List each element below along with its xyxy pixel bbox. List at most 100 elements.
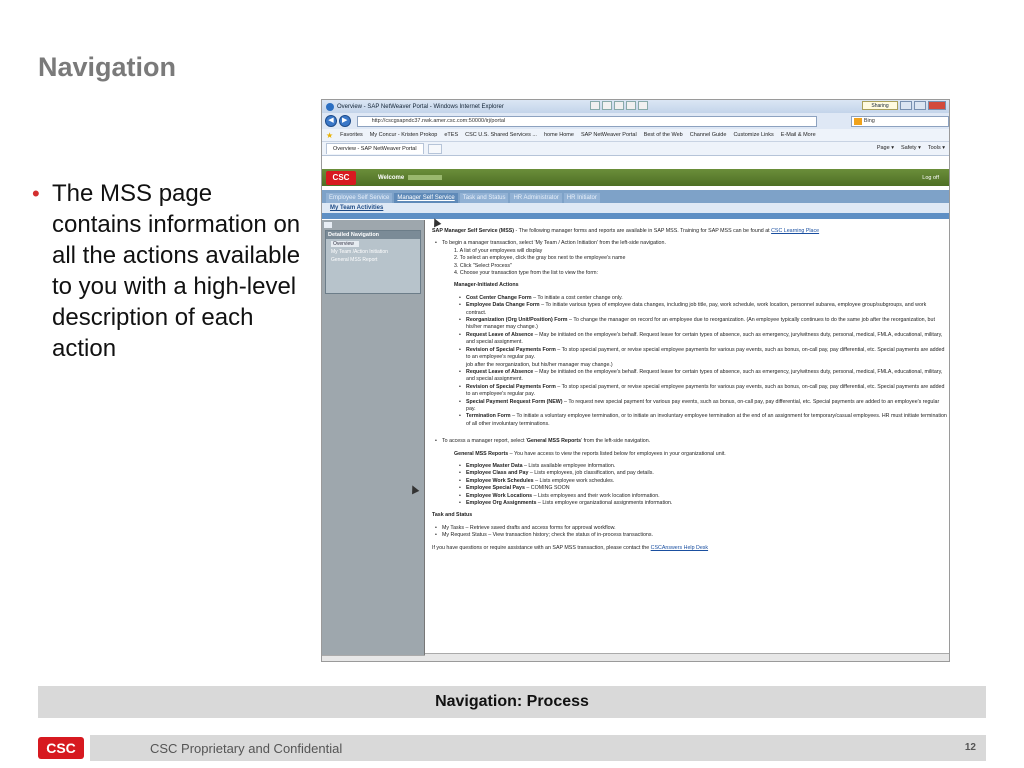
title-bar-toolbar: [590, 101, 648, 110]
sidebar-item-overview[interactable]: Overview: [331, 241, 359, 247]
tab-hr-initiator[interactable]: HR Initiator: [563, 193, 600, 203]
ie-logo-icon: [326, 102, 334, 111]
slide-title: Navigation: [38, 52, 177, 82]
bullet-list: • The MSS page contains information on a…: [32, 178, 302, 364]
command-bar: Page ▾ Safety ▾ Tools ▾: [877, 145, 945, 151]
browser-tab[interactable]: Overview - SAP NetWeaver Portal: [326, 143, 424, 154]
toolbar-icon[interactable]: [614, 101, 624, 110]
task-status-heading: Task and Status: [432, 512, 473, 519]
begin-instruction: To begin a manager transaction, select '…: [432, 240, 947, 248]
action-item: Revision of Special Payments Form – To s…: [432, 384, 947, 399]
favorites-star-icon[interactable]: ★: [326, 131, 333, 140]
sidebar-scrollbar[interactable]: [322, 655, 425, 661]
favorite-link[interactable]: Channel Guide: [690, 132, 727, 138]
tab-task-and-status[interactable]: Task and Status: [459, 193, 509, 203]
footer-text: CSC Proprietary and Confidential: [150, 741, 343, 756]
action-item: Request Leave of Absence – May be initia…: [432, 332, 947, 347]
minimize-button[interactable]: [900, 101, 912, 110]
sidebar-item-team-action-initiation[interactable]: My Team /Action Initiation: [326, 248, 420, 256]
portal-header: CSC Welcome Log off: [322, 169, 949, 186]
favorite-link[interactable]: SAP NetWeaver Portal: [581, 132, 637, 138]
action-item: Employee Data Change Form – To initiate …: [432, 302, 947, 317]
help-desk-link[interactable]: CSCAnswers Help Desk: [651, 545, 708, 551]
tab-employee-self-service[interactable]: Employee Self Service: [326, 193, 393, 203]
subnav-my-team-activities[interactable]: My Team Activities: [322, 203, 949, 213]
overlap-line: job after the reorganization, but his/he…: [466, 361, 613, 368]
action-item: Cost Center Change Form – To initiate a …: [432, 295, 947, 303]
favorite-link[interactable]: CSC U.S. Shared Services ...: [465, 132, 537, 138]
detailed-navigation-sidebar: Detailed Navigation Overview My Team /Ac…: [322, 220, 425, 661]
action-item: Request Leave of Absence – May be initia…: [432, 369, 947, 384]
favorites-bar: ★ Favorites My Concur - Kristen Prokop e…: [322, 129, 949, 142]
collapse-icon[interactable]: [324, 222, 332, 228]
page-number: 12: [964, 742, 976, 753]
learning-place-link[interactable]: CSC Learning Place: [771, 228, 819, 234]
action-item: Special Payment Request Form (NEW) – To …: [432, 399, 947, 414]
sharing-button[interactable]: Sharing: [862, 101, 898, 110]
command-page[interactable]: Page ▾: [877, 145, 894, 151]
tab-hr-administrator[interactable]: HR Administrator: [510, 193, 562, 203]
welcome-text: Welcome: [378, 174, 405, 181]
maximize-button[interactable]: [914, 101, 926, 110]
bullet-text: The MSS page contains information on all…: [52, 180, 301, 362]
welcome-name-redacted: [408, 175, 443, 180]
csc-logo: CSC: [38, 737, 84, 759]
report-instruction: To access a manager report, select 'Gene…: [432, 438, 947, 446]
favorites-label[interactable]: Favorites: [340, 132, 363, 138]
divider-bar: [322, 213, 949, 219]
command-tools[interactable]: Tools ▾: [928, 145, 945, 151]
tab-manager-self-service[interactable]: Manager Self Service: [394, 193, 458, 203]
task-item: My Request Status – View transaction his…: [432, 532, 947, 540]
portal-tabs: Employee Self Service Manager Self Servi…: [322, 190, 949, 203]
bullet-dot-icon: •: [32, 181, 40, 206]
address-bar-row: ◀ ▶ http://cscgsapndc37.nwk.amer.csc.com…: [322, 113, 949, 129]
back-icon[interactable]: ◀: [325, 115, 337, 127]
report-item: Employee Master Data – Lists available e…: [432, 463, 947, 471]
general-reports-description: General MSS Reports – You have access to…: [454, 450, 726, 457]
address-input[interactable]: http://cscgsapndc37.nwk.amer.csc.com:500…: [356, 115, 817, 127]
intro-paragraph: SAP Manager Self Service (MSS) - The fol…: [432, 228, 820, 234]
search-input[interactable]: Bing: [850, 115, 949, 127]
action-item: Reorganization (Org Unit/Position) Form …: [432, 317, 947, 332]
sidebar-item-general-mss-report[interactable]: General MSS Report: [326, 256, 420, 264]
favorite-link[interactable]: home Home: [544, 132, 574, 138]
step: 3. Click "Select Process": [454, 262, 512, 269]
mss-overview-content: SAP Manager Self Service (MSS) - The fol…: [432, 228, 947, 552]
favorite-link[interactable]: Customize Links: [733, 132, 773, 138]
questions-paragraph: If you have questions or require assista…: [432, 544, 709, 551]
portal-screenshot: Overview - SAP NetWeaver Portal - Window…: [321, 99, 950, 662]
toolbar-icon[interactable]: [590, 101, 600, 110]
report-item: Employee Work Locations – Lists employee…: [432, 493, 947, 501]
report-item: Employee Work Schedules – Lists employee…: [432, 478, 947, 486]
bullet-item: • The MSS page contains information on a…: [32, 178, 302, 364]
favorite-link[interactable]: My Concur - Kristen Prokop: [370, 132, 438, 138]
slide-footer: CSC CSC Proprietary and Confidential 12: [38, 735, 986, 761]
step: 4. Choose your transaction type from the…: [454, 270, 598, 277]
window-controls: Sharing: [862, 101, 946, 110]
toolbar-icon[interactable]: [602, 101, 612, 110]
step: 1. A list of your employees will display: [454, 247, 543, 254]
toolbar-icon[interactable]: [626, 101, 636, 110]
action-item: Termination Form – To initiate a volunta…: [432, 413, 947, 428]
report-item: Employee Org Assignments – Lists employe…: [432, 500, 947, 508]
report-item: Employee Class and Pay – Lists employees…: [432, 470, 947, 478]
toolbar-icon[interactable]: [638, 101, 648, 110]
manager-actions-heading: Manager-Initiated Actions: [454, 282, 519, 289]
portal-logo: CSC: [326, 170, 356, 185]
forward-icon[interactable]: ▶: [338, 115, 351, 127]
action-item: Revision of Special Payments Form – To s…: [432, 347, 947, 362]
command-safety[interactable]: Safety ▾: [901, 145, 921, 151]
window-title: Overview - SAP NetWeaver Portal - Window…: [337, 103, 504, 110]
navigation-panel: Detailed Navigation Overview My Team /Ac…: [325, 230, 421, 294]
section-band: Navigation: Process: [38, 686, 986, 718]
logoff-link[interactable]: Log off: [922, 175, 939, 181]
new-tab-button[interactable]: [427, 143, 442, 154]
footer-bar: CSC Proprietary and Confidential 12: [90, 735, 986, 761]
content-scrollbar[interactable]: [425, 653, 949, 661]
report-item: Employee Special Pays – COMING SOON: [432, 485, 947, 493]
favorite-link[interactable]: Best of the Web: [644, 132, 683, 138]
close-button[interactable]: [928, 101, 946, 110]
favorite-link[interactable]: eTES: [444, 132, 458, 138]
step: 2. To select an employee, click the gray…: [454, 255, 626, 262]
favorite-link[interactable]: E-Mail & More: [781, 132, 816, 138]
